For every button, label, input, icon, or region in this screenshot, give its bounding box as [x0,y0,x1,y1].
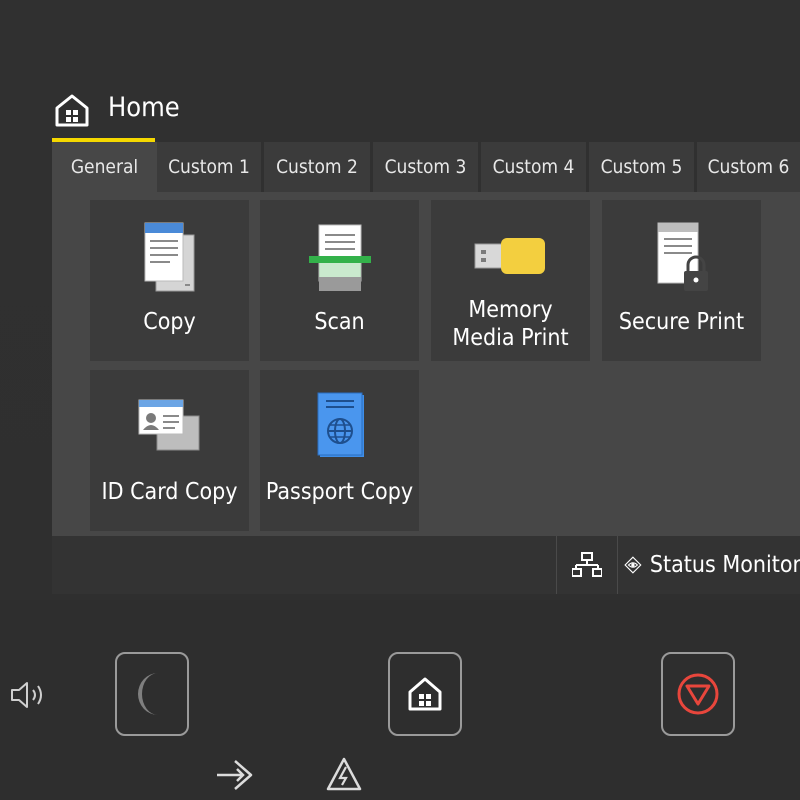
active-tab-indicator [52,138,155,142]
id-card-copy-tile[interactable]: ID Card Copy [90,370,249,531]
status-bar: Status Monitor [52,536,800,594]
stop-icon [677,673,719,715]
speaker-icon[interactable] [10,679,48,711]
memory-media-print-tile[interactable]: Memory Media Print [431,200,590,361]
status-monitor-button[interactable]: Status Monitor [617,536,800,594]
scan-icon [308,224,371,291]
function-panel: Copy Scan Memory Media Print Secure Prin… [52,192,800,536]
secure-print-tile[interactable]: Secure Print [602,200,761,361]
copy-label: Copy [143,309,196,335]
tab-general[interactable]: General [52,142,157,192]
login-icon[interactable] [215,757,255,793]
home-icon [55,94,89,127]
sleep-button[interactable] [115,652,189,736]
secure-print-label: Secure Print [618,309,745,335]
passport-copy-label: Passport Copy [265,479,414,505]
moon-icon [138,673,158,715]
tab-custom-5[interactable]: Custom 5 [589,142,694,192]
passport-icon [317,392,364,457]
memory-media-print-label-line1: Memory [468,297,553,323]
memory-media-print-label-line2: Media Print [452,325,569,351]
tab-bar: General Custom 1 Custom 2 Custom 3 Custo… [52,138,800,192]
id-card-copy-label: ID Card Copy [101,479,238,505]
page-title: Home [108,92,180,123]
id-card-icon [138,399,199,451]
touch-screen: Home General Custom 1 Custom 2 Custom 3 … [0,0,800,600]
passport-copy-tile[interactable]: Passport Copy [260,370,419,531]
copy-tile[interactable]: Copy [90,200,249,361]
alert-icon[interactable] [325,756,363,792]
tab-custom-3[interactable]: Custom 3 [373,142,478,192]
stop-button[interactable] [661,652,735,736]
scan-tile[interactable]: Scan [260,200,419,361]
tab-custom-6[interactable]: Custom 6 [697,142,800,192]
scan-label: Scan [314,309,365,335]
usb-memory-icon [474,238,545,274]
copy-icon [144,222,194,292]
secure-print-icon [657,222,708,291]
eye-icon [624,556,642,574]
home-hardware-button[interactable] [388,652,462,736]
tab-custom-1[interactable]: Custom 1 [157,142,261,192]
tab-custom-2[interactable]: Custom 2 [264,142,370,192]
network-icon [572,552,602,577]
status-monitor-label: Status Monitor [649,552,800,578]
tab-custom-4[interactable]: Custom 4 [481,142,586,192]
home-icon [408,677,442,711]
network-button[interactable] [556,536,617,594]
